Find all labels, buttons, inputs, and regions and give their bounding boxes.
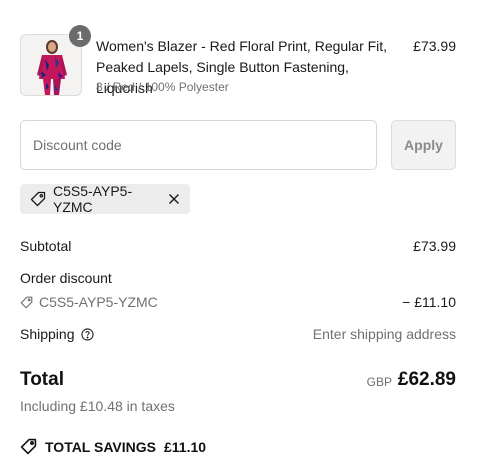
discount-code-line: C5S5-AYP5-YZMC <box>20 294 158 310</box>
total-value: £62.89 <box>397 369 456 390</box>
product-variant: 8 / Red / 100% Polyester <box>96 80 229 94</box>
product-price: £73.99 <box>413 38 456 54</box>
tag-icon <box>20 296 33 308</box>
total-currency: GBP <box>366 375 392 389</box>
taxes-note: Including £10.48 in taxes <box>20 398 175 414</box>
quantity-badge: 1 <box>69 25 91 47</box>
savings-label: TOTAL SAVINGS <box>45 438 156 455</box>
shipping-row: Shipping <box>20 326 94 342</box>
tag-icon <box>30 191 46 207</box>
product-thumbnail: 1 <box>20 25 91 96</box>
savings-value: £11.10 <box>163 438 207 455</box>
discount-code-input[interactable] <box>20 120 377 170</box>
subtotal-value: £73.99 <box>413 238 456 254</box>
order-discount-label: Order discount <box>20 270 112 286</box>
applied-discount-code: C5S5-AYP5-YZMC <box>53 183 133 215</box>
subtotal-label: Subtotal <box>20 238 72 254</box>
help-circle-icon[interactable] <box>80 327 94 341</box>
shipping-label: Shipping <box>20 326 75 342</box>
apply-button[interactable]: Apply <box>391 120 456 170</box>
shipping-value: Enter shipping address <box>312 326 456 342</box>
remove-discount-button[interactable] <box>168 193 180 205</box>
savings-tag-icon <box>20 438 37 455</box>
total-savings: TOTAL SAVINGS £11.10 <box>20 438 206 455</box>
discount-code-text: C5S5-AYP5-YZMC <box>39 294 158 310</box>
discount-value: − £11.10 <box>402 294 456 310</box>
applied-discount-chip: C5S5-AYP5-YZMC <box>20 183 190 215</box>
total-label: Total <box>20 369 64 390</box>
close-icon <box>169 194 179 204</box>
